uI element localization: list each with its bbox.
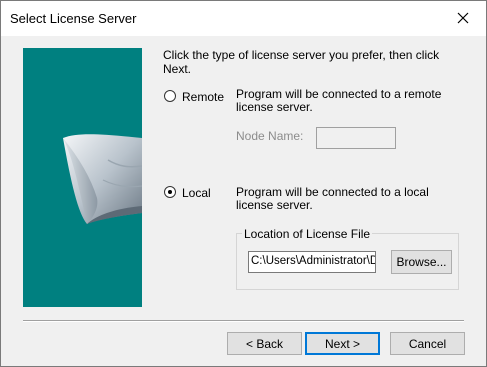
close-button[interactable] <box>440 1 486 35</box>
node-name-input[interactable] <box>316 127 396 149</box>
node-name-label: Node Name: <box>236 129 304 143</box>
dialog-body: Click the type of license server you pre… <box>1 36 486 366</box>
cancel-button[interactable]: Cancel <box>390 332 465 355</box>
dialog-title: Select License Server <box>10 11 137 26</box>
paper-scroll-graphic <box>63 134 142 224</box>
remote-radio[interactable] <box>164 90 176 102</box>
license-file-group-title: Location of License File <box>242 227 373 241</box>
local-label[interactable]: Local <box>182 186 211 200</box>
title-bar: Select License Server <box>1 1 486 36</box>
wizard-side-panel <box>23 48 142 307</box>
next-button[interactable]: Next > <box>305 332 380 355</box>
back-button[interactable]: < Back <box>227 332 302 355</box>
local-description: Program will be connected to a local lic… <box>236 185 429 212</box>
browse-button[interactable]: Browse... <box>391 250 452 274</box>
license-path-input[interactable]: C:\Users\Administrator\De <box>248 251 376 273</box>
local-radio[interactable] <box>164 186 176 198</box>
remote-description: Program will be connected to a remote li… <box>236 87 442 114</box>
remote-label[interactable]: Remote <box>182 90 224 104</box>
close-icon <box>457 12 469 24</box>
intro-text: Click the type of license server you pre… <box>163 48 440 76</box>
dialog-window: Select License Server Click the type of … <box>0 0 487 367</box>
footer-separator <box>23 320 464 322</box>
